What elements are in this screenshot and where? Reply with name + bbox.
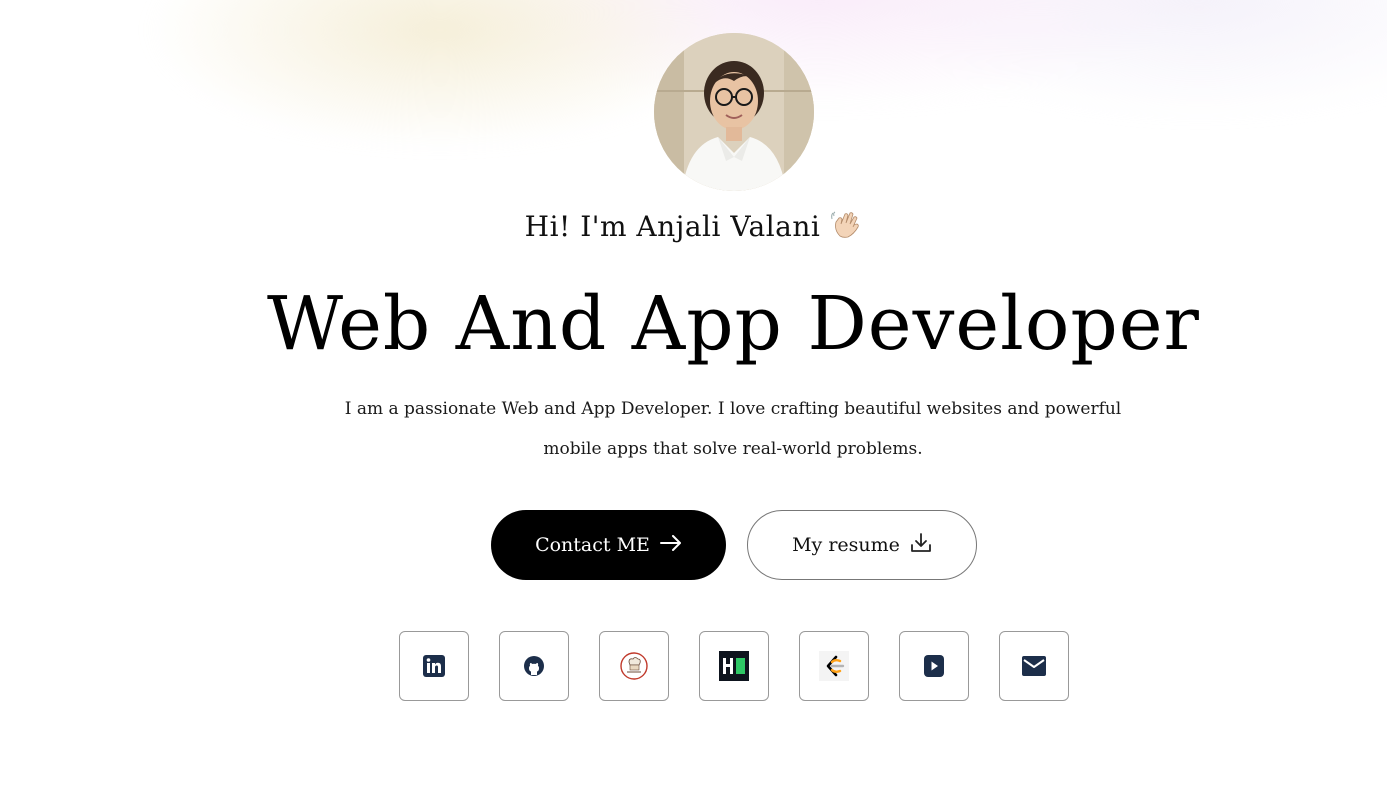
- arrow-right-icon: [659, 534, 682, 556]
- email-link[interactable]: [999, 631, 1069, 701]
- page: Hi! I'm Anjali Valani Web And App Develo…: [0, 0, 1387, 792]
- intro-text: I am a passionate Web and App Developer.…: [333, 389, 1133, 469]
- contact-button[interactable]: Contact ME: [491, 510, 726, 580]
- intro-line-1: I am a passionate Web and App Developer.…: [344, 399, 1122, 419]
- linkedin-link[interactable]: [399, 631, 469, 701]
- hackerrank-icon: [719, 651, 749, 681]
- codechef-link[interactable]: [599, 631, 669, 701]
- leetcode-icon: [819, 651, 849, 681]
- greeting-text: Hi! I'm Anjali Valani: [524, 210, 821, 243]
- headline: Web And App Developer: [267, 281, 1200, 367]
- contact-button-label: Contact ME: [535, 534, 650, 556]
- download-icon: [910, 532, 932, 559]
- resume-button-label: My resume: [792, 534, 900, 556]
- youtube-icon: [924, 655, 944, 677]
- resume-button[interactable]: My resume: [747, 510, 977, 580]
- codechef-icon: [620, 652, 648, 680]
- github-icon: [524, 656, 544, 676]
- linkedin-icon: [423, 655, 445, 677]
- avatar: [654, 33, 814, 191]
- email-icon: [1022, 656, 1046, 676]
- intro-line-2: mobile apps that solve real-world proble…: [543, 439, 923, 459]
- youtube-link[interactable]: [899, 631, 969, 701]
- avatar-image: [654, 33, 814, 191]
- waving-hand-icon: [830, 208, 862, 247]
- leetcode-link[interactable]: [799, 631, 869, 701]
- greeting: Hi! I'm Anjali Valani: [0, 208, 1387, 247]
- hackerrank-link[interactable]: [699, 631, 769, 701]
- social-links: [399, 631, 1069, 701]
- github-link[interactable]: [499, 631, 569, 701]
